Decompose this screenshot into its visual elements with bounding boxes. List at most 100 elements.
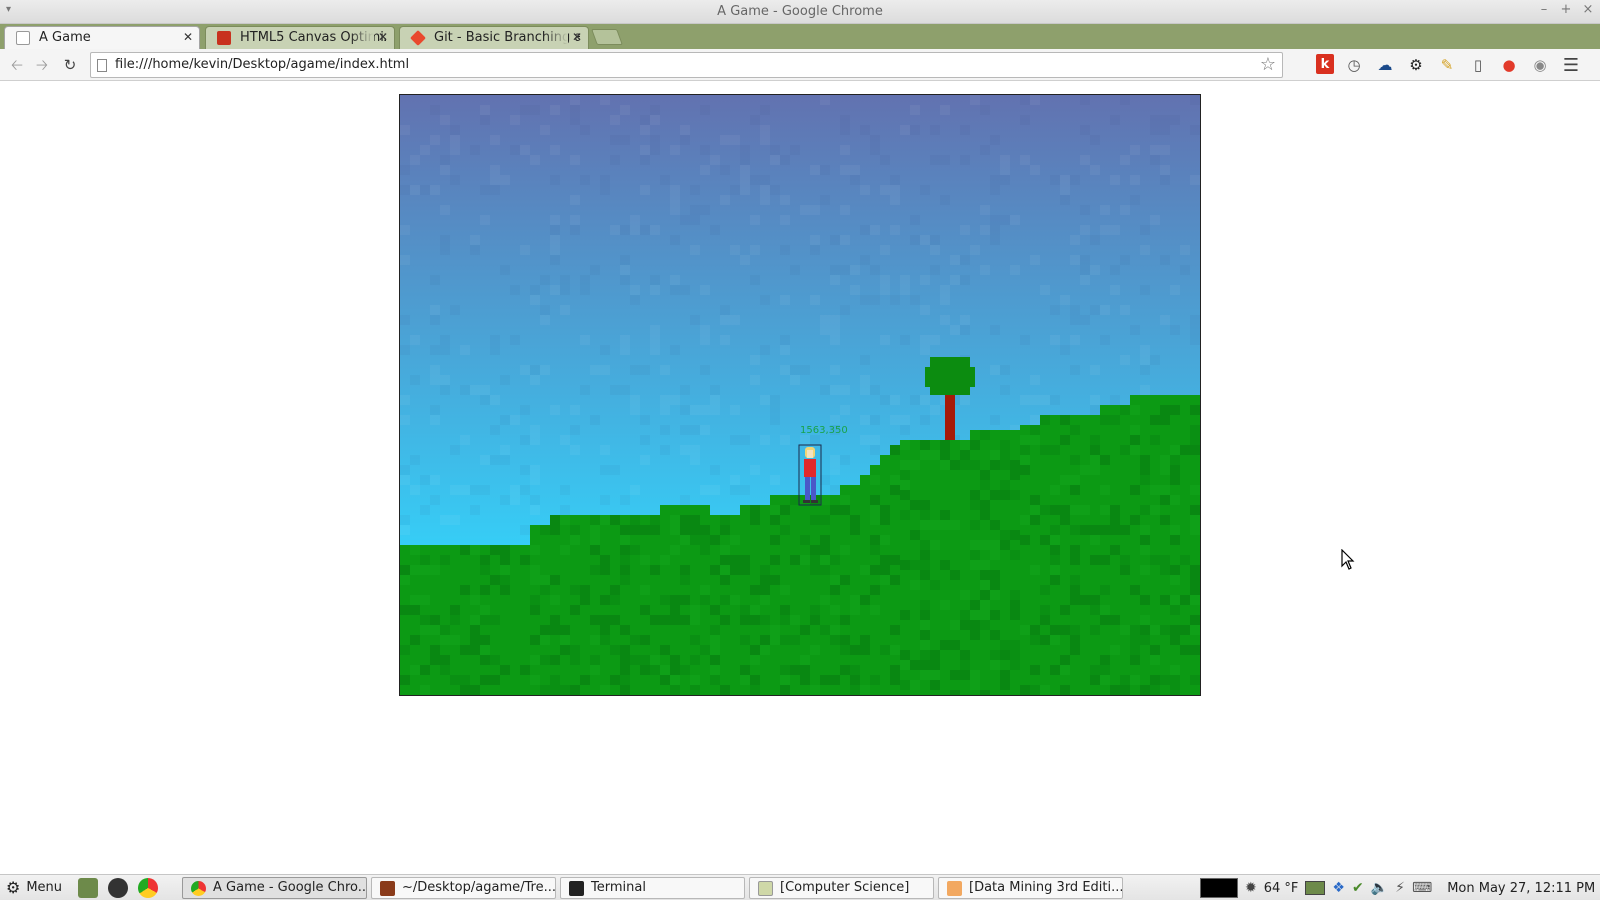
address-bar[interactable]: file:///home/kevin/Desktop/agame/index.h… <box>90 52 1283 78</box>
grass-pixel <box>1020 455 1030 465</box>
grass-pixel <box>630 525 640 535</box>
volume-icon[interactable]: 🔈 <box>1371 880 1388 896</box>
close-icon[interactable]: ✕ <box>183 30 193 44</box>
sky-pixel <box>620 225 630 235</box>
sky-pixel <box>870 385 880 395</box>
update-check-icon[interactable]: ✔ <box>1352 880 1364 896</box>
grass-pixel <box>730 565 740 575</box>
chrome-menu-icon[interactable]: ☰ <box>1560 54 1582 76</box>
task-editor[interactable]: ~/Desktop/agame/Tre... <box>371 877 556 899</box>
back-arrow-icon[interactable]: 🡠 <box>8 56 26 74</box>
start-menu-button[interactable]: ⚙ Menu <box>6 878 62 897</box>
clock-extension-icon[interactable]: ◷ <box>1343 54 1365 76</box>
dropbox-icon[interactable]: ❖ <box>1332 880 1345 896</box>
sky-pixel <box>1040 395 1050 405</box>
sky-pixel <box>930 155 940 165</box>
grass-pixel <box>690 515 700 525</box>
new-tab-button[interactable] <box>591 29 623 45</box>
camera-icon[interactable] <box>108 878 128 898</box>
system-taskbar: ⚙ Menu A Game - Google Chro... ~/Desktop… <box>0 874 1600 900</box>
url-text[interactable]: file:///home/kevin/Desktop/agame/index.h… <box>115 57 409 72</box>
battery-icon[interactable] <box>1305 881 1326 895</box>
keyboard-icon[interactable]: ⌨ <box>1412 880 1432 896</box>
grass-pixel <box>1010 640 1020 650</box>
grass-pixel <box>1030 625 1040 635</box>
close-icon[interactable]: ✕ <box>572 30 582 44</box>
grass-pixel <box>550 575 560 585</box>
reload-icon[interactable]: ↻ <box>61 56 79 74</box>
sky-pixel <box>980 145 990 155</box>
tab-git-branching[interactable]: Git - Basic Branching ar ✕ <box>399 26 589 49</box>
grass-pixel <box>1120 525 1130 535</box>
grass-pixel <box>710 655 720 665</box>
grass-pixel <box>1020 445 1030 455</box>
grass-pixel <box>1170 625 1180 635</box>
grass-pixel <box>640 655 650 665</box>
grass-pixel <box>780 675 790 685</box>
sky-pixel <box>450 175 460 185</box>
gear-extension-icon[interactable]: ⚙ <box>1405 54 1427 76</box>
sky-pixel <box>840 145 850 155</box>
cloud-extension-icon[interactable]: ☁ <box>1374 54 1396 76</box>
grass-pixel <box>890 645 900 655</box>
sky-pixel <box>580 275 590 285</box>
sky-pixel <box>430 275 440 285</box>
task-folder[interactable]: [Computer Science] <box>749 877 934 899</box>
tab-a-game[interactable]: A Game ✕ <box>4 26 200 49</box>
sky-pixel <box>600 95 610 105</box>
grass-pixel <box>930 520 940 530</box>
sky-pixel <box>830 275 840 285</box>
close-window-icon[interactable]: × <box>1582 2 1594 17</box>
grass-pixel <box>1000 540 1010 550</box>
grass-pixel <box>1020 685 1030 695</box>
bookmark-star-icon[interactable]: ☆ <box>1260 54 1276 75</box>
grass-pixel <box>410 665 420 675</box>
download-extension-icon[interactable]: ◉ <box>1529 54 1551 76</box>
grass-pixel <box>760 565 770 575</box>
grass-pixel <box>770 535 780 545</box>
sky-pixel <box>1140 245 1150 255</box>
grass-pixel <box>1070 505 1080 515</box>
sky-pixel <box>670 195 680 205</box>
sky-pixel <box>620 345 630 355</box>
task-chrome[interactable]: A Game - Google Chro... <box>182 877 367 899</box>
network-icon[interactable]: ⚡ <box>1395 880 1405 896</box>
grass-pixel <box>730 595 740 605</box>
game-canvas[interactable]: 1563,350 <box>399 94 1201 696</box>
close-icon[interactable]: ✕ <box>378 30 388 44</box>
grass-pixel <box>1170 675 1180 685</box>
sky-pixel <box>1050 335 1060 345</box>
sky-pixel <box>490 425 500 435</box>
sky-pixel <box>450 135 460 145</box>
tray-monitor-widget[interactable] <box>1200 878 1238 898</box>
weather-temperature[interactable]: 64 °F <box>1264 881 1299 896</box>
feather-extension-icon[interactable]: ✎ <box>1436 54 1458 76</box>
grass-pixel <box>620 535 630 545</box>
task-terminal[interactable]: Terminal <box>560 877 745 899</box>
tab-html5-canvas[interactable]: HTML5 Canvas Optimiz ✕ <box>205 26 395 49</box>
sky-pixel <box>1000 165 1010 175</box>
grass-pixel <box>480 655 490 665</box>
task-document[interactable]: [Data Mining 3rd Editi... <box>938 877 1123 899</box>
show-desktop-icon[interactable] <box>78 878 98 898</box>
book-extension-icon[interactable]: ▯ <box>1467 54 1489 76</box>
sky-pixel <box>480 115 490 125</box>
grass-pixel <box>1080 595 1090 605</box>
grass-pixel <box>710 535 720 545</box>
minimize-icon[interactable]: – <box>1538 2 1550 17</box>
k-extension-icon[interactable]: k <box>1316 54 1334 74</box>
chrome-launcher-icon[interactable] <box>138 878 158 898</box>
sky-pixel <box>740 155 750 165</box>
forward-arrow-icon[interactable]: 🡢 <box>33 56 51 74</box>
grass-pixel <box>440 635 450 645</box>
grass-pixel <box>940 520 950 530</box>
grass-pixel <box>860 645 870 655</box>
sky-pixel <box>630 215 640 225</box>
grass-pixel <box>650 515 660 525</box>
grass-pixel <box>990 650 1000 660</box>
grass-pixel <box>570 645 580 655</box>
sky-pixel <box>920 235 930 245</box>
clock[interactable]: Mon May 27, 12:11 PM <box>1447 881 1595 896</box>
record-extension-icon[interactable]: ● <box>1498 54 1520 76</box>
maximize-icon[interactable]: + <box>1560 2 1572 17</box>
